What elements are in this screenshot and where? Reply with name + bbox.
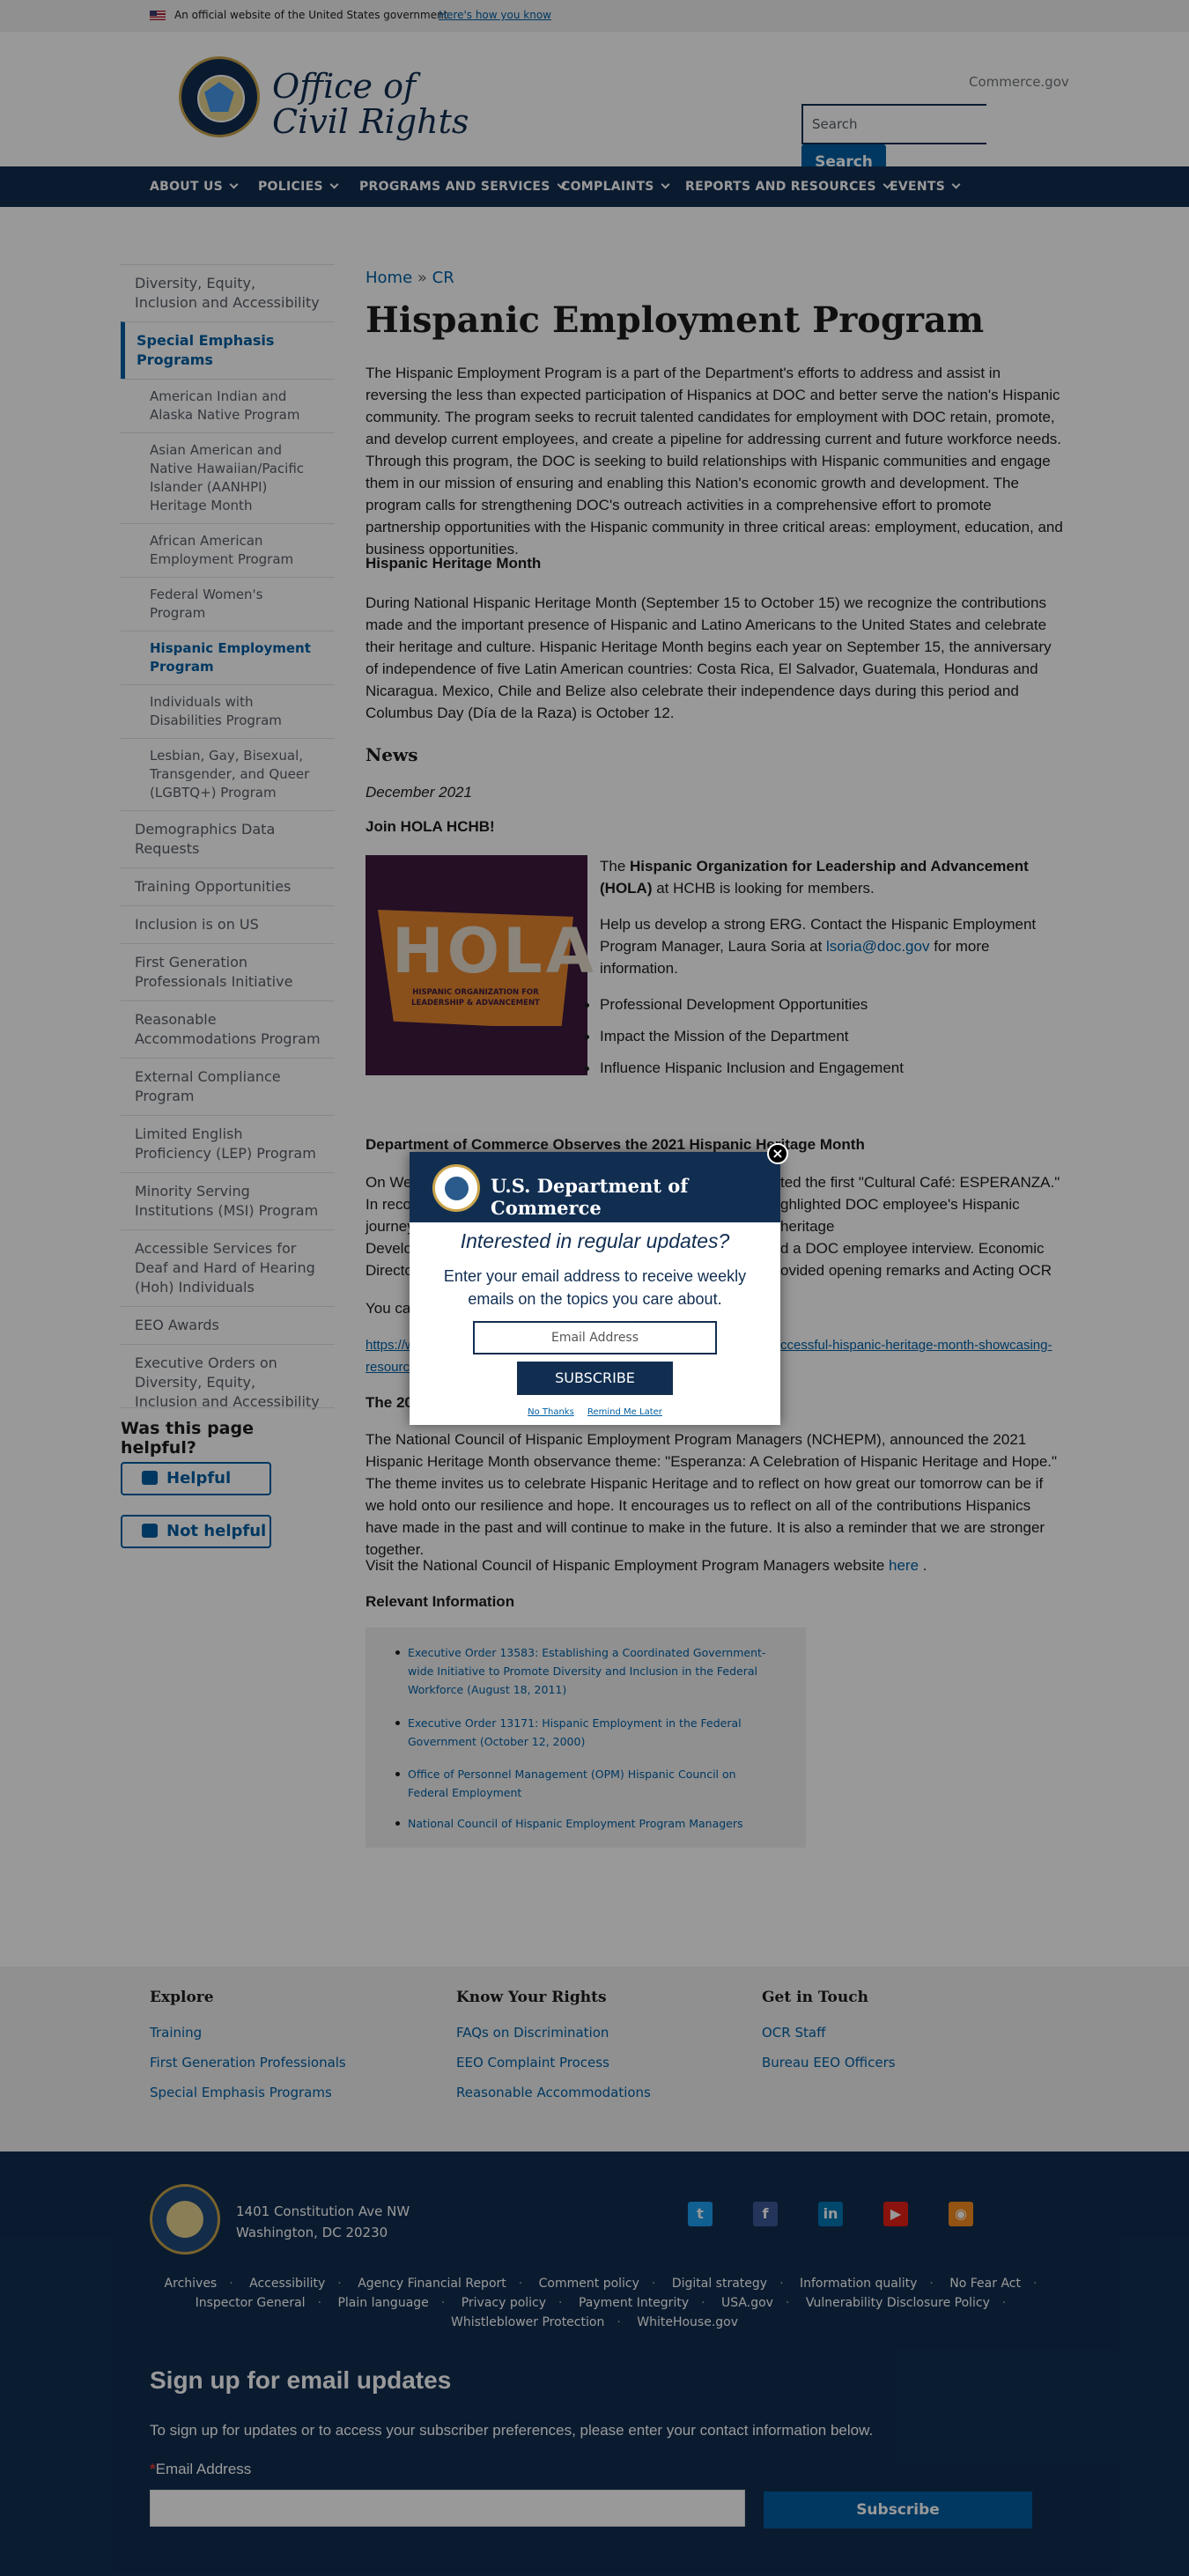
modal-email-input[interactable]: Email Address: [473, 1321, 717, 1354]
modal-title: U.S. Department of Commerce: [491, 1175, 689, 1219]
remind-later-link[interactable]: Remind Me Later: [587, 1407, 662, 1417]
no-thanks-link[interactable]: No Thanks: [528, 1407, 574, 1417]
close-icon[interactable]: ×: [767, 1143, 788, 1164]
modal-header: U.S. Department of Commerce: [410, 1152, 780, 1222]
modal-subscribe-button[interactable]: SUBSCRIBE: [517, 1362, 673, 1395]
subscribe-modal: U.S. Department of Commerce × Interested…: [410, 1143, 788, 1425]
modal-seal-icon: [432, 1164, 480, 1212]
modal-description: Enter your email address to receive week…: [443, 1267, 747, 1308]
modal-question: Interested in regular updates?: [460, 1229, 730, 1252]
modal-secondary-links: No Thanks Remind Me Later: [410, 1407, 780, 1417]
